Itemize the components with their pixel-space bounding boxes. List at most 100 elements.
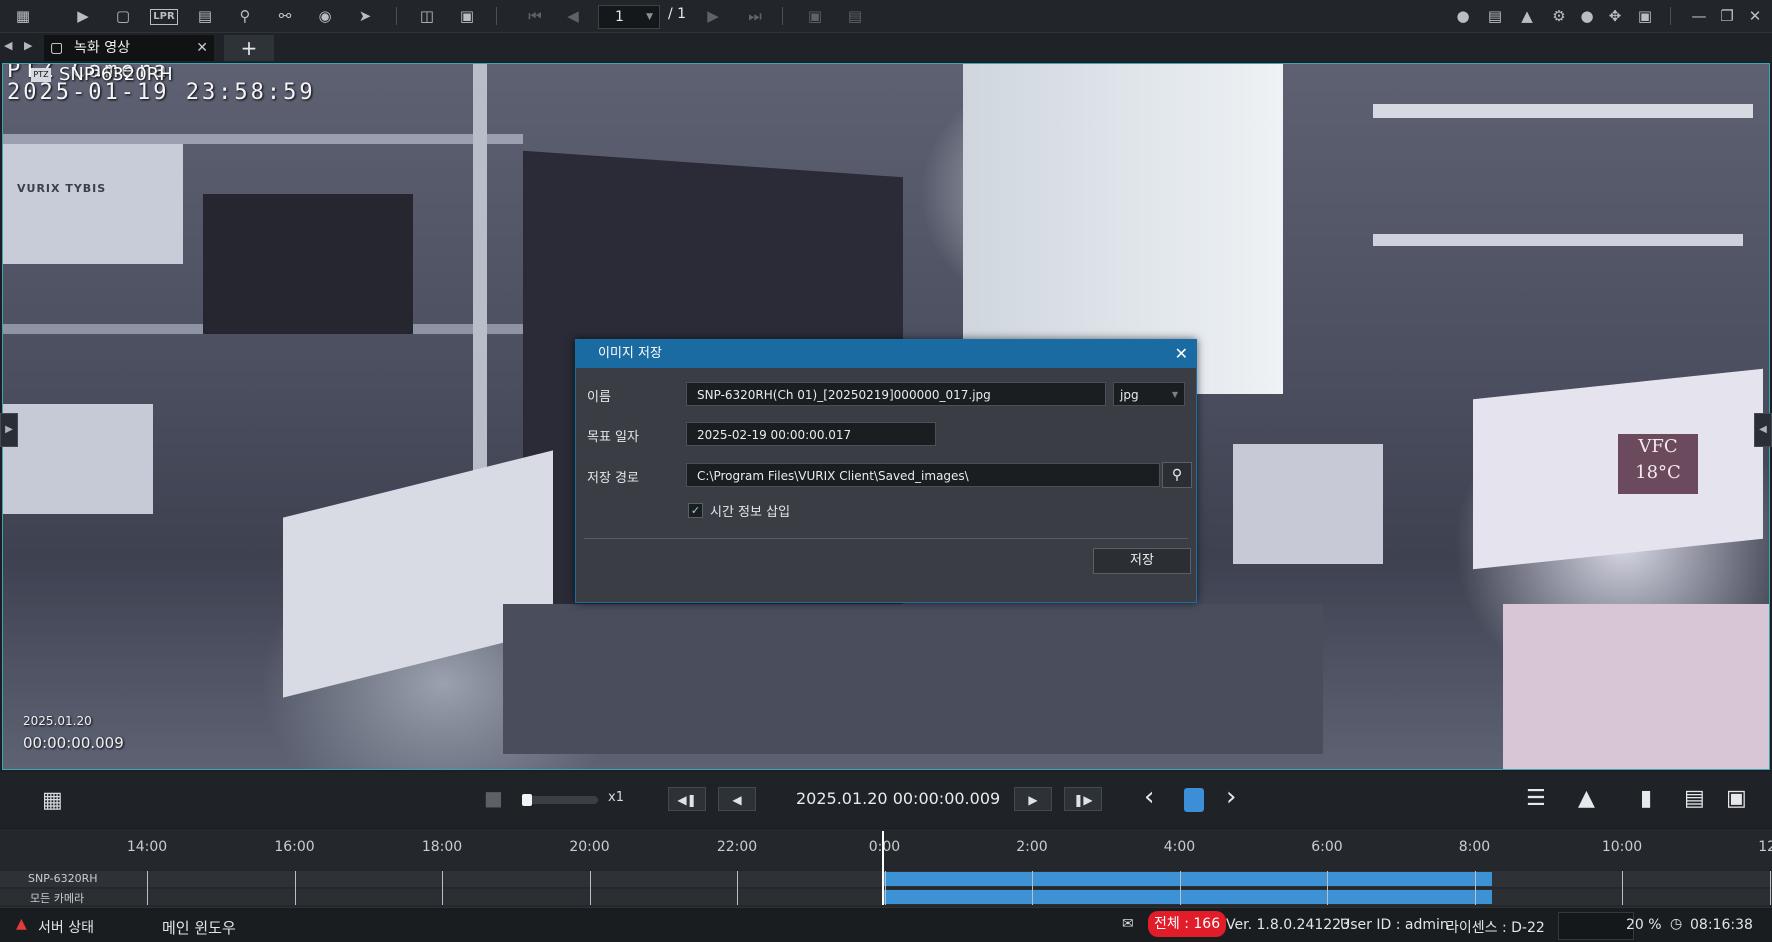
camera-name: SNP-6320RH [59,64,173,85]
play-button[interactable]: ▶ [1014,787,1052,811]
timeline-hour-tick [1622,871,1623,905]
minimize-icon[interactable]: — [1688,6,1710,26]
add-playlist-icon[interactable]: ☰ [1526,786,1546,811]
prev-page-icon[interactable]: ◀ [562,6,584,26]
insert-time-label: 시간 정보 삽입 [710,505,791,520]
timeline-hour-label: 4:00 [1163,839,1196,855]
image-save-dialog: 이미지 저장 ✕ 이름 SNP-6320RH(Ch 01)_[20250219]… [575,339,1197,603]
tab-close-icon[interactable]: ✕ [196,35,208,61]
tab-bar: ◀ ▶ ▢ 녹화 영상 ✕ + [0,33,1772,62]
snapshot-icon[interactable]: ▤ [1684,786,1705,811]
fullscreen-icon[interactable]: ▣ [1634,6,1656,26]
stop-button[interactable] [1184,788,1204,812]
scene-shelf [1373,104,1753,118]
tab-scroll-left-icon[interactable]: ◀ [4,39,12,52]
sequence-icon[interactable]: ▣ [804,6,826,26]
scene-brand-text: VURIX TYBIS [17,182,107,195]
last-page-icon[interactable]: ⏭ [744,6,766,26]
add-screen-icon[interactable]: ▣ [456,6,478,26]
insert-time-checkbox[interactable]: ✓ [688,503,703,518]
schedule-icon[interactable]: ▤ [844,6,866,26]
server-status[interactable]: 서버 상태 [38,917,94,937]
chat-icon[interactable]: ● [1452,6,1474,26]
recording-segment[interactable] [884,872,1492,886]
timeline-hour-tick [294,871,296,905]
prev-event-icon[interactable]: ‹ [1144,782,1154,812]
status-bar: ▲ 서버 상태 메인 윈도우 ✉ 전체 : 166 Ver. 1.8.0.241… [0,907,1772,942]
scene-table [503,604,1323,754]
tab-recorded-video[interactable]: ▢ 녹화 영상 ✕ [44,35,214,61]
total-alarm-badge[interactable]: 전체 : 166 [1148,911,1227,937]
timeline-hour-tick [1032,871,1033,905]
chevron-down-icon: ▼ [1171,390,1178,399]
timeline[interactable]: 14:00 16:00 18:00 20:00 22:00 0:00 2:00 4:00 6:0… [0,829,1772,907]
toolbar-divider [1670,7,1671,25]
step-back-button[interactable]: ◀❚ [668,787,706,811]
scene-server [203,194,413,334]
timeline-hour-label: 6:00 [1311,839,1343,855]
left-panel-toggle[interactable]: ▶ [0,413,18,447]
tag-icon[interactable]: ➤ [354,6,376,26]
playhead[interactable] [882,831,884,905]
browse-search-icon[interactable]: ⚲ [1162,462,1192,488]
step-forward-button[interactable]: ❚▶ [1064,787,1102,811]
dialog-divider [584,538,1188,539]
next-page-icon[interactable]: ▶ [702,6,724,26]
speed-slider-handle[interactable] [522,794,532,806]
file-name-input[interactable]: SNP-6320RH(Ch 01)_[20250219]000000_017.j… [686,382,1106,406]
user-icon[interactable]: ● [1576,6,1598,26]
tab-scroll-right-icon[interactable]: ▶ [24,39,32,52]
target-date-input[interactable]: 2025-02-19 00:00:00.017 [686,422,936,446]
timeline-hour-tick [442,871,443,905]
frame-date: 2025.01.20 [23,714,92,728]
lock-icon[interactable]: ■ [484,786,503,810]
layout-icon[interactable]: ◫ [416,6,438,26]
bicycle-icon[interactable]: ⚯ [274,6,296,26]
video-export-icon[interactable]: ▣ [1726,786,1747,811]
dialog-close-icon[interactable]: ✕ [1175,340,1188,368]
next-event-icon[interactable]: › [1226,782,1236,812]
format-select[interactable]: jpg ▼ [1113,382,1185,406]
grid-menu-icon[interactable]: ▦ [12,6,34,26]
close-window-icon[interactable]: ✕ [1744,6,1766,26]
map-search-icon[interactable]: ◉ [314,6,336,26]
calendar-icon[interactable]: ▦ [42,788,63,813]
recording-segment[interactable] [884,890,1492,904]
target-date-label: 목표 일자 [587,430,639,445]
playback-icon[interactable]: ▶ [72,6,94,26]
page-total: / 1 [668,6,687,22]
speed-slider[interactable] [522,794,598,806]
move-icon[interactable]: ✥ [1604,6,1626,26]
bookmark-icon[interactable]: ▮ [1640,786,1652,811]
monitor-icon[interactable]: ▤ [1484,6,1506,26]
main-window-label[interactable]: 메인 윈도우 [162,917,236,938]
person-search-icon[interactable]: ⚲ [234,6,256,26]
event-search-icon[interactable]: ▤ [194,6,216,26]
gear-icon[interactable]: ⚙ [1548,6,1570,26]
page-number-select[interactable]: 1 ▼ [598,5,660,29]
timeline-hour-tick [1474,871,1476,905]
main-toolbar: ▦ ▶ ▢ LPR ▤ ⚲ ⚯ ◉ ➤ ◫ ▣ ⏮ ◀ 1 ▼ / 1 ▶ ⏭ … [0,0,1772,33]
timeline-hour-tick [147,871,148,905]
first-page-icon[interactable]: ⏮ [524,6,546,26]
search-video-icon[interactable]: ▢ [112,6,134,26]
timeline-hour-label: 0:00 [868,839,901,855]
add-tab-button[interactable]: + [224,35,274,61]
timeline-hour-tick [1179,871,1181,905]
dialog-title-bar: 이미지 저장 ✕ [576,340,1196,368]
right-panel-toggle[interactable]: ◀ [1754,413,1772,447]
save-path-input[interactable]: C:\Program Files\VURIX Client\Saved_imag… [686,463,1160,487]
alarm-icon[interactable]: ▲ [1516,6,1538,26]
current-playback-time: 2025.01.20 00:00:00.009 [796,789,1001,808]
lpr-icon[interactable]: LPR [150,9,178,25]
restore-icon[interactable]: ❐ [1716,6,1738,26]
speed-value: x1 [608,790,624,805]
save-button[interactable]: 저장 [1093,548,1191,574]
clock-time: 08:16:38 [1690,917,1753,933]
alarm-mail-icon[interactable]: ✉ [1122,916,1134,932]
timeline-hour-tick [589,871,591,905]
image-enhance-icon[interactable]: ▲ [1578,786,1595,811]
box-label-line-1: VFC [1638,436,1678,457]
timeline-hour-tick [884,871,886,905]
play-reverse-button[interactable]: ◀ [718,787,756,811]
